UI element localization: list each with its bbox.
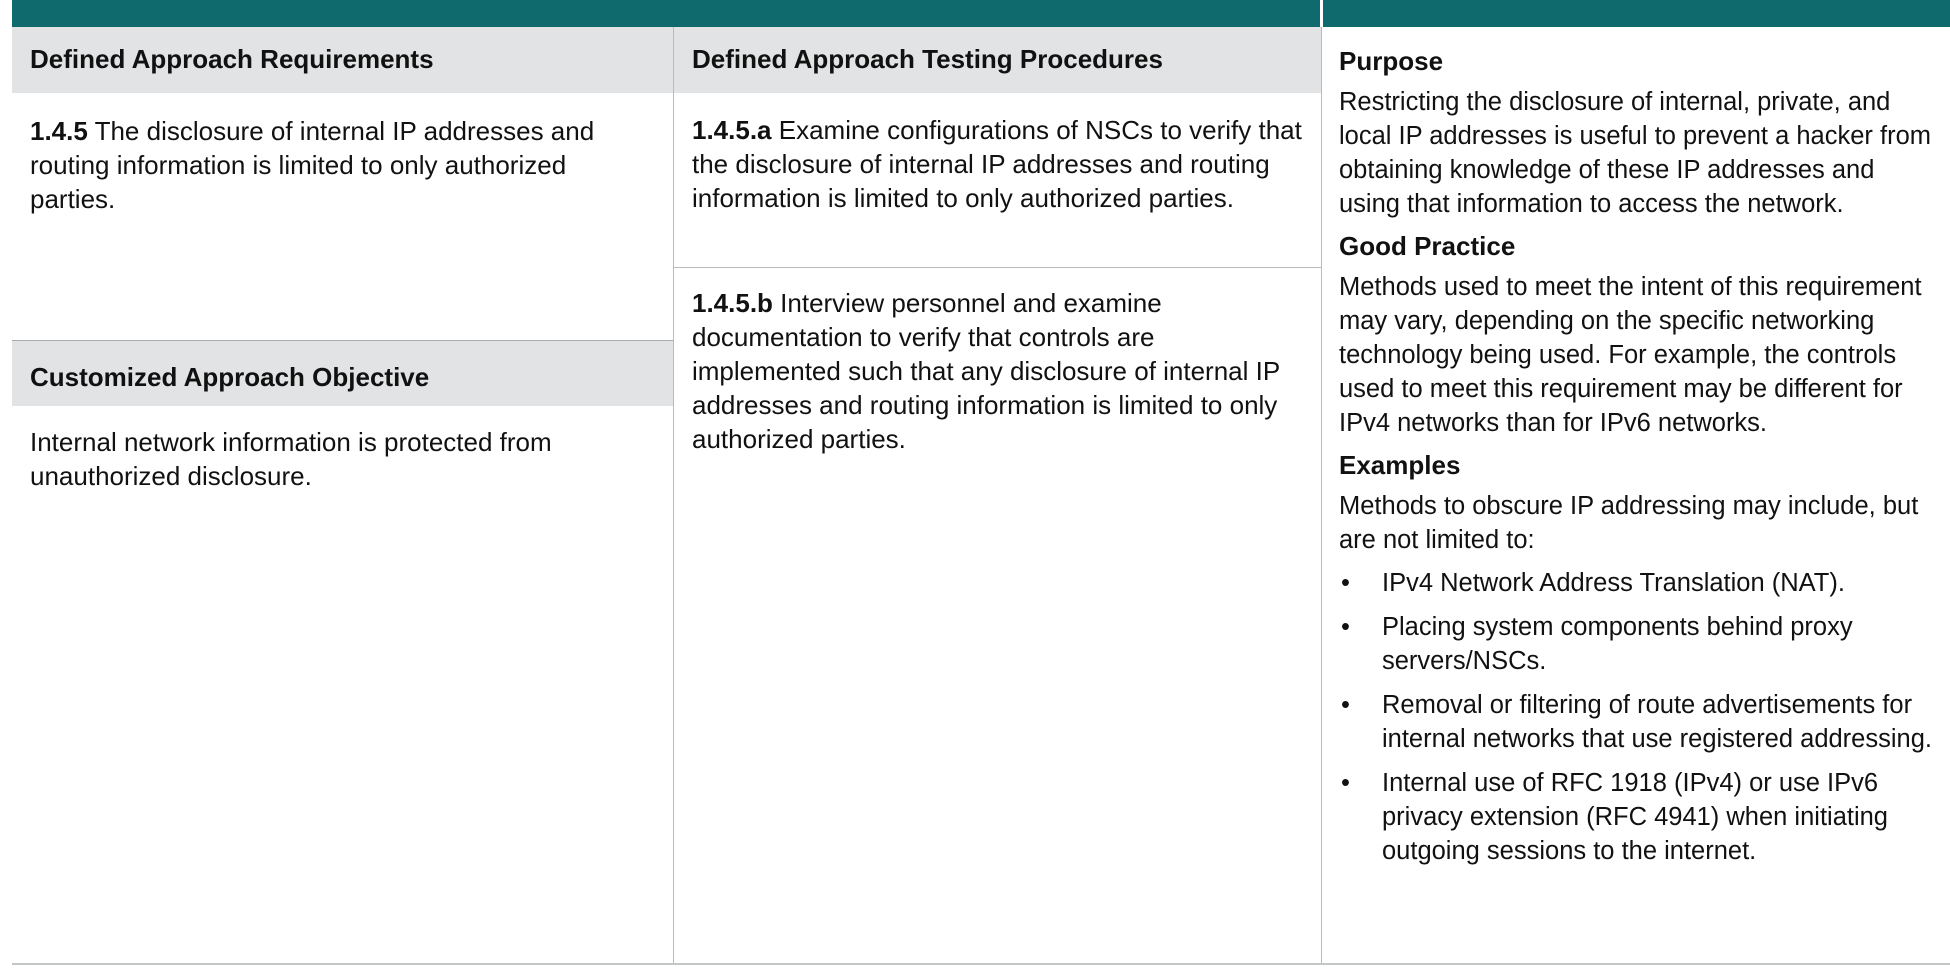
list-item: • Placing system components behind proxy … [1339, 610, 1940, 678]
testing-procedures-column: Defined Approach Testing Procedures 1.4.… [674, 27, 1322, 963]
list-item-text: Placing system components behind proxy s… [1382, 613, 1853, 675]
procedure-text: Examine configurations of NSCs to verify… [692, 115, 1302, 213]
list-item: • IPv4 Network Address Translation (NAT). [1339, 566, 1940, 600]
procedure-id: 1.4.5.b [692, 288, 773, 318]
bullet-icon: • [1341, 769, 1350, 797]
requirement-id: 1.4.5 [30, 116, 88, 146]
requirements-header: Defined Approach Requirements [12, 27, 673, 93]
guidance-column: Purpose Restricting the disclosure of in… [1323, 27, 1950, 963]
good-practice-text: Methods used to meet the intent of this … [1339, 273, 1922, 437]
examples-intro: Methods to obscure IP addressing may inc… [1339, 492, 1919, 554]
purpose-heading: Purpose [1339, 46, 1444, 76]
procedure-text: Interview personnel and examine document… [692, 288, 1280, 454]
list-item: • Removal or filtering of route advertise… [1339, 688, 1940, 756]
requirements-column: Defined Approach Requirements 1.4.5 The … [12, 27, 674, 963]
purpose-text: Restricting the disclosure of internal, … [1339, 88, 1931, 218]
list-item: • Internal use of RFC 1918 (IPv4) or use … [1339, 766, 1940, 868]
procedure-divider [674, 267, 1321, 268]
examples-list: • IPv4 Network Address Translation (NAT).… [1339, 566, 1940, 868]
bullet-icon: • [1341, 691, 1350, 719]
guidance-content: Purpose Restricting the disclosure of in… [1323, 27, 1950, 868]
procedure-id: 1.4.5.a [692, 115, 772, 145]
requirement-text: The disclosure of internal IP addresses … [30, 116, 595, 214]
bullet-icon: • [1341, 613, 1350, 641]
table-header-bar [12, 0, 1320, 27]
testing-procedures-header: Defined Approach Testing Procedures [674, 27, 1321, 93]
list-item-text: Internal use of RFC 1918 (IPv4) or use I… [1382, 769, 1888, 865]
bullet-icon: • [1341, 569, 1350, 597]
customized-approach-text: Internal network information is protecte… [30, 427, 552, 491]
table-bottom-rule [12, 963, 1950, 965]
customized-approach-header: Customized Approach Objective [12, 340, 673, 406]
testing-procedure-b: 1.4.5.b Interview personnel and examine … [674, 286, 1321, 456]
good-practice-heading: Good Practice [1339, 231, 1516, 261]
list-item-text: Removal or filtering of route advertisem… [1382, 691, 1932, 753]
examples-heading: Examples [1339, 450, 1461, 480]
guidance-header-bar [1323, 0, 1950, 27]
requirement-cell: 1.4.5 The disclosure of internal IP addr… [12, 93, 673, 216]
list-item-text: IPv4 Network Address Translation (NAT). [1382, 569, 1845, 597]
testing-procedure-a: 1.4.5.a Examine configurations of NSCs t… [674, 113, 1321, 215]
